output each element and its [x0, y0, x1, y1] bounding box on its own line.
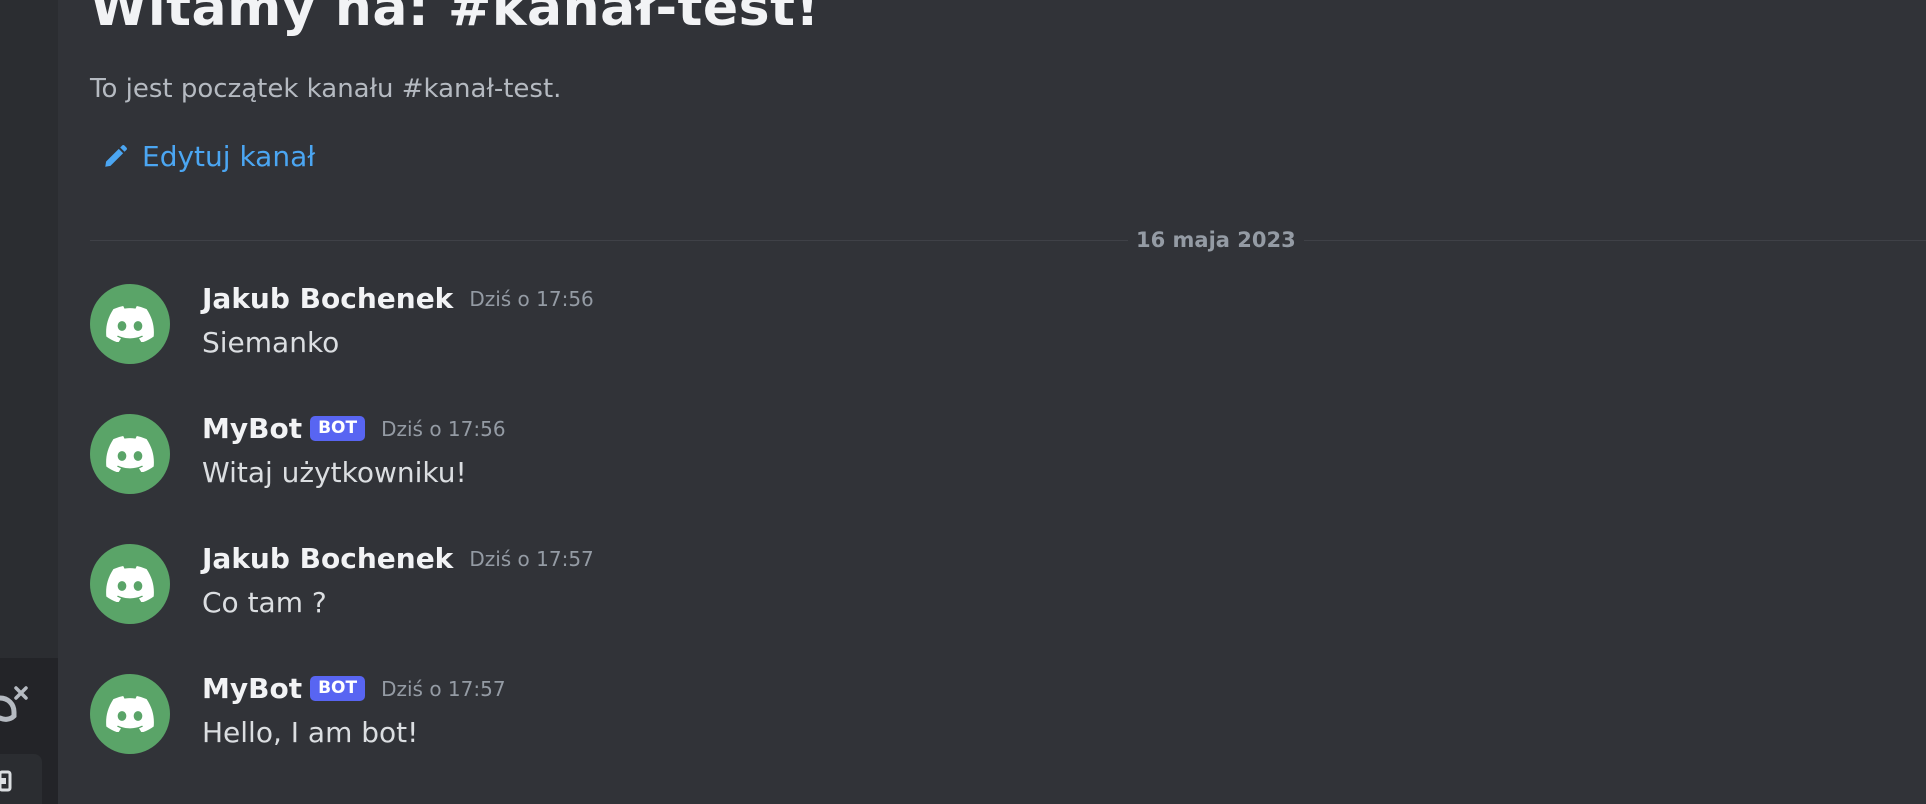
- bot-badge: BOT: [310, 416, 366, 441]
- message-header: Jakub Bochenek Dziś o 17:56: [202, 282, 594, 315]
- message-header: MyBot BOT Dziś o 17:57: [202, 672, 506, 705]
- timestamp: Dziś o 17:57: [381, 676, 506, 701]
- message-header: Jakub Bochenek Dziś o 17:57: [202, 542, 594, 575]
- message-header: MyBot BOT Dziś o 17:56: [202, 412, 506, 445]
- avatar[interactable]: [90, 544, 170, 624]
- edit-channel-button[interactable]: Edytuj kanał: [102, 140, 315, 173]
- message-content: Witaj użytkowniku!: [202, 456, 467, 489]
- message-content: Co tam ?: [202, 586, 327, 619]
- avatar[interactable]: [90, 674, 170, 754]
- username[interactable]: MyBot: [202, 672, 302, 705]
- voice-disconnect-button[interactable]: [0, 680, 36, 724]
- edit-channel-label: Edytuj kanał: [142, 140, 316, 173]
- discord-logo-icon: [106, 696, 154, 732]
- settings-icon[interactable]: [0, 770, 14, 792]
- timestamp: Dziś o 17:56: [381, 416, 506, 441]
- phone-disconnect-icon: [0, 686, 28, 722]
- timestamp: Dziś o 17:56: [469, 286, 594, 311]
- avatar[interactable]: [90, 414, 170, 494]
- pencil-icon: [105, 144, 127, 167]
- chat-area: Witamy na: #kanał-test! To jest początek…: [58, 0, 1926, 804]
- discord-logo-icon: [106, 306, 154, 342]
- welcome-subtitle: To jest początek kanału #kanał-test.: [90, 74, 562, 104]
- date-divider: 16 maja 2023: [90, 228, 1926, 252]
- username[interactable]: MyBot: [202, 412, 302, 445]
- user-panel-card: [0, 754, 42, 804]
- username[interactable]: Jakub Bochenek: [202, 282, 453, 315]
- message-content: Siemanko: [202, 326, 340, 359]
- message-content: Hello, I am bot!: [202, 716, 419, 749]
- avatar[interactable]: [90, 284, 170, 364]
- discord-logo-icon: [106, 566, 154, 602]
- bot-badge: BOT: [310, 676, 366, 701]
- divider-date: 16 maja 2023: [1128, 228, 1304, 252]
- welcome-title: Witamy na: #kanał-test!: [90, 0, 820, 38]
- timestamp: Dziś o 17:57: [469, 546, 594, 571]
- divider-line: [90, 240, 1926, 241]
- username[interactable]: Jakub Bochenek: [202, 542, 453, 575]
- discord-logo-icon: [106, 436, 154, 472]
